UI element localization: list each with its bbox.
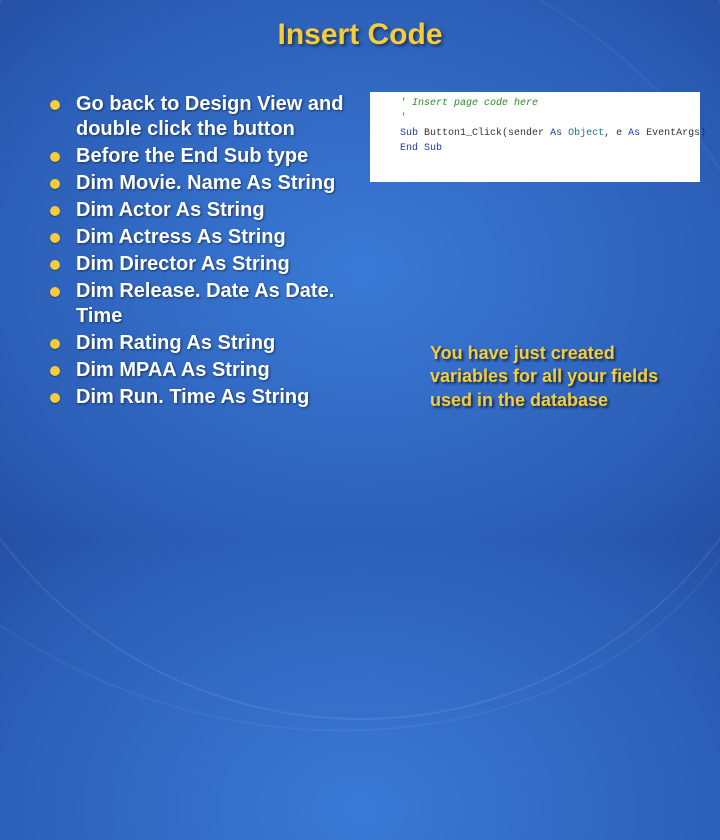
code-keyword: As xyxy=(628,128,640,139)
slide-content: Go back to Design View and double click … xyxy=(0,52,720,412)
slide-title: Insert Code xyxy=(0,0,720,52)
code-screenshot: ' Insert page code here ' Sub Button1_Cl… xyxy=(370,92,700,182)
item-text: Dim Movie. Name As String xyxy=(76,171,335,196)
code-comment: ' Insert page code here xyxy=(400,98,538,109)
bullet-list: Go back to Design View and double click … xyxy=(50,92,360,410)
item-text: Go back to Design View and double click … xyxy=(76,92,360,142)
bullet-icon xyxy=(50,366,60,376)
bullet-icon xyxy=(50,260,60,270)
code-line: ' Insert page code here xyxy=(376,96,694,111)
item-text: Dim Actor As String xyxy=(76,198,265,223)
item-text: Dim Director As String xyxy=(76,252,290,277)
code-text: Button1_Click(sender xyxy=(418,128,550,139)
code-line: Sub Button1_Click(sender As Object, e As… xyxy=(376,126,694,141)
list-item: Dim Movie. Name As String xyxy=(50,171,360,196)
bullet-icon xyxy=(50,393,60,403)
list-item: Dim Run. Time As String xyxy=(50,385,360,410)
list-item: Dim MPAA As String xyxy=(50,358,360,383)
bullet-icon xyxy=(50,152,60,162)
code-keyword: Sub xyxy=(400,128,418,139)
item-text: Dim Release. Date As Date. Time xyxy=(76,279,360,329)
list-item: Go back to Design View and double click … xyxy=(50,92,360,142)
item-text: Before the End Sub type xyxy=(76,144,308,169)
list-item: Dim Actor As String xyxy=(50,198,360,223)
code-keyword: End Sub xyxy=(400,143,442,154)
bullet-icon xyxy=(50,287,60,297)
code-type: Object xyxy=(568,128,604,139)
bullet-icon xyxy=(50,206,60,216)
item-text: Dim Actress As String xyxy=(76,225,286,250)
list-item: Dim Rating As String xyxy=(50,331,360,356)
bullet-icon xyxy=(50,179,60,189)
bullet-icon xyxy=(50,339,60,349)
code-keyword: As xyxy=(550,128,562,139)
caption-text: You have just created variables for all … xyxy=(430,342,660,412)
bullet-icon xyxy=(50,100,60,110)
item-text: Dim Run. Time As String xyxy=(76,385,309,410)
list-item: Dim Director As String xyxy=(50,252,360,277)
bullet-list-container: Go back to Design View and double click … xyxy=(50,92,360,412)
item-text: Dim MPAA As String xyxy=(76,358,270,383)
code-text: EventArgs) xyxy=(640,128,706,139)
list-item: Dim Release. Date As Date. Time xyxy=(50,279,360,329)
code-line: End Sub xyxy=(376,141,694,156)
list-item: Before the End Sub type xyxy=(50,144,360,169)
code-text: , e xyxy=(604,128,628,139)
list-item: Dim Actress As String xyxy=(50,225,360,250)
code-comment: ' xyxy=(400,113,406,124)
bullet-icon xyxy=(50,233,60,243)
code-line: ' xyxy=(376,111,694,126)
item-text: Dim Rating As String xyxy=(76,331,275,356)
right-panel: ' Insert page code here ' Sub Button1_Cl… xyxy=(360,92,700,412)
